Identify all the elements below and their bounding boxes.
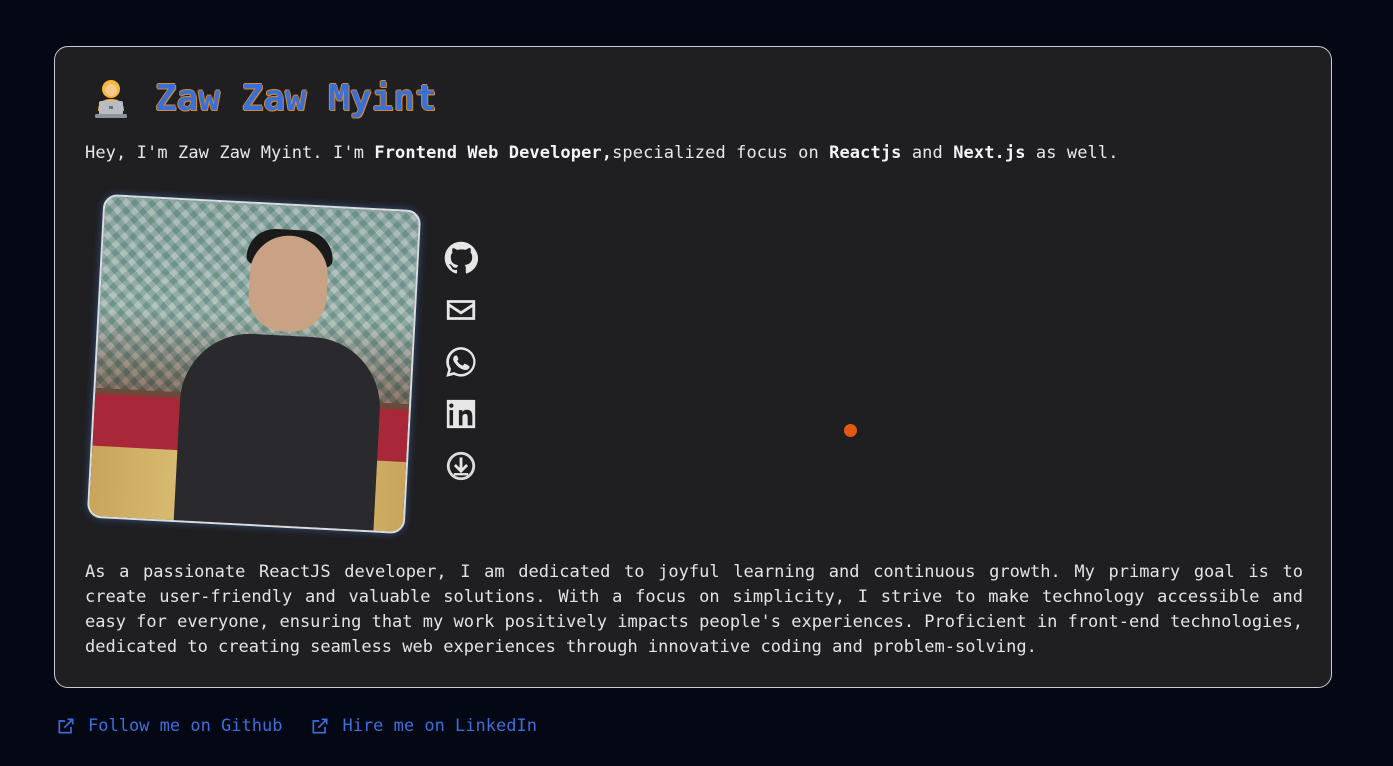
title-row: Zaw Zaw Myint xyxy=(89,77,437,121)
external-link-icon xyxy=(58,718,74,734)
github-link[interactable]: Follow me on Github xyxy=(56,716,282,736)
footer-links: Follow me on Github Hire me on LinkedIn xyxy=(56,716,537,736)
whatsapp-icon[interactable] xyxy=(443,345,479,379)
github-link-label: Follow me on Github xyxy=(88,716,283,736)
intro-part: as well. xyxy=(1025,143,1119,163)
intro-part: and xyxy=(901,143,954,163)
linkedin-icon[interactable] xyxy=(443,397,479,431)
intro-text: Hey, I'm Zaw Zaw Myint. I'm Frontend Web… xyxy=(85,143,1119,163)
intro-role: Frontend Web Developer, xyxy=(374,143,613,163)
status-dot xyxy=(844,424,857,437)
intro-part: Hey, I'm Zaw Zaw Myint. I'm xyxy=(85,143,375,163)
linkedin-link-label: Hire me on LinkedIn xyxy=(342,716,537,736)
intro-part: specialized focus on xyxy=(612,143,830,163)
download-icon[interactable] xyxy=(443,449,479,483)
social-icons xyxy=(443,241,479,483)
external-link-icon xyxy=(312,718,328,734)
intro-tech: Reactjs xyxy=(829,143,902,163)
mail-icon[interactable] xyxy=(443,293,479,327)
profile-photo xyxy=(86,193,422,535)
page-title: Zaw Zaw Myint xyxy=(155,78,437,119)
about-paragraph: As a passionate ReactJS developer, I am … xyxy=(85,562,1303,657)
github-icon[interactable] xyxy=(443,241,479,275)
technologist-emoji-icon xyxy=(89,77,133,121)
profile-card: Zaw Zaw Myint Hey, I'm Zaw Zaw Myint. I'… xyxy=(54,46,1332,688)
intro-tech: Next.js xyxy=(953,143,1026,163)
linkedin-link[interactable]: Hire me on LinkedIn xyxy=(310,716,537,736)
